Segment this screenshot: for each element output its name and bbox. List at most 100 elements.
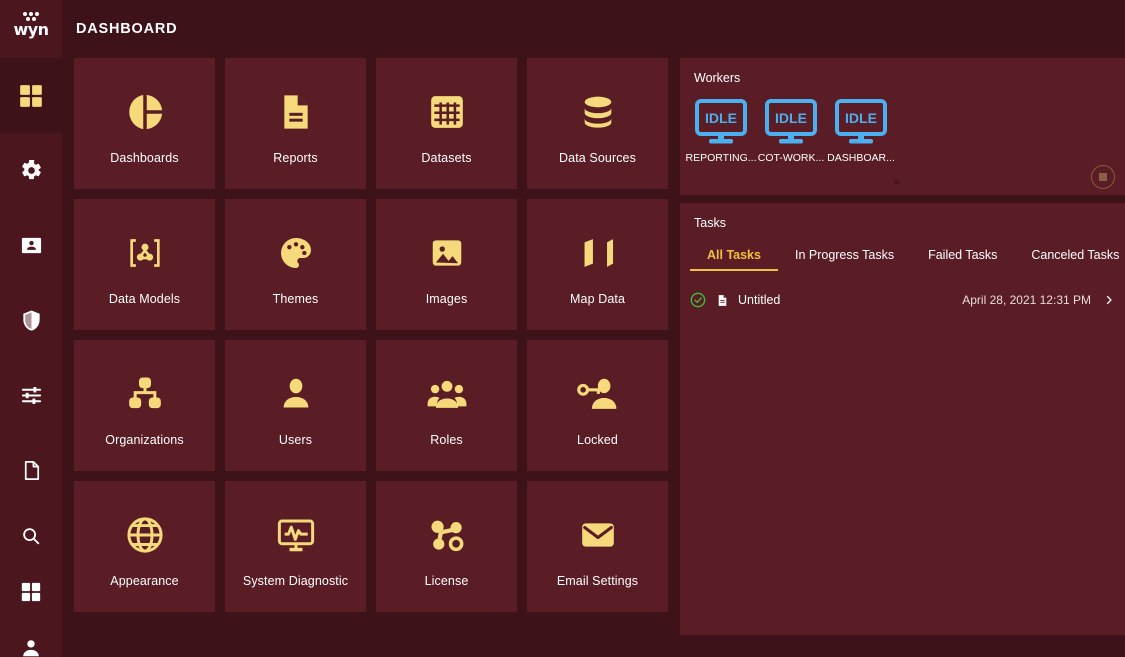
grid-icon xyxy=(18,83,44,109)
map-icon xyxy=(579,224,617,282)
worker-name: REPORTING... xyxy=(686,152,757,164)
tile-label: Images xyxy=(426,292,468,306)
data-model-icon xyxy=(125,224,165,282)
document-icon xyxy=(716,293,738,308)
worker-name: COT-WORK... xyxy=(758,152,825,164)
sidebar-item-accounts[interactable] xyxy=(0,208,62,283)
tile-label: Email Settings xyxy=(557,574,638,588)
sidebar-item-search[interactable] xyxy=(0,508,62,564)
sidebar-item-apps[interactable] xyxy=(0,564,62,620)
key-user-icon xyxy=(577,365,619,423)
report-document-icon xyxy=(276,83,316,141)
tile-email-settings[interactable]: Email Settings xyxy=(527,481,668,612)
tab-canceled-tasks[interactable]: Canceled Tasks xyxy=(1014,242,1125,271)
monitor-icon: IDLE xyxy=(765,99,817,150)
worker-status-text: IDLE xyxy=(775,110,807,126)
palette-icon xyxy=(276,224,316,282)
tasks-panel: Tasks All Tasks In Progress Tasks Failed… xyxy=(680,203,1125,635)
tile-roles[interactable]: Roles xyxy=(376,340,517,471)
image-icon xyxy=(428,224,466,282)
sidebar-item-security[interactable] xyxy=(0,283,62,358)
main-content: Dashboards Reports xyxy=(62,58,1125,657)
chevron-right-icon[interactable] xyxy=(1103,293,1115,307)
tasks-tabs: All Tasks In Progress Tasks Failed Tasks… xyxy=(680,242,1125,271)
tile-label: System Diagnostic xyxy=(243,574,348,588)
tile-datasets[interactable]: Datasets xyxy=(376,58,517,189)
users-group-icon xyxy=(426,365,468,423)
table-grid-icon xyxy=(428,83,466,141)
sidebar-item-customize[interactable] xyxy=(0,358,62,433)
user-icon xyxy=(20,637,42,657)
workers-title: Workers xyxy=(680,58,1125,85)
right-column: Workers IDLE REPORTING... xyxy=(680,58,1125,635)
globe-icon xyxy=(124,506,166,564)
tile-label: Locked xyxy=(577,433,618,447)
tile-dashboards[interactable]: Dashboards xyxy=(74,58,215,189)
sidebar-item-settings[interactable] xyxy=(0,133,62,208)
sidebar-item-documents[interactable] xyxy=(0,433,62,508)
sidebar-nav xyxy=(0,58,62,657)
id-card-icon xyxy=(20,234,43,257)
tile-images[interactable]: Images xyxy=(376,199,517,330)
monitor-pulse-icon xyxy=(275,506,317,564)
workers-list: IDLE REPORTING... IDLE xyxy=(680,85,1125,164)
tile-label: Map Data xyxy=(570,292,625,306)
shield-icon xyxy=(20,309,43,332)
tile-organizations[interactable]: Organizations xyxy=(74,340,215,471)
worker-status-text: IDLE xyxy=(845,110,877,126)
tile-map-data[interactable]: Map Data xyxy=(527,199,668,330)
stop-button[interactable] xyxy=(1091,165,1115,189)
user-icon xyxy=(277,365,315,423)
tile-locked[interactable]: Locked xyxy=(527,340,668,471)
tile-data-sources[interactable]: Data Sources xyxy=(527,58,668,189)
grid-small-icon xyxy=(20,581,42,603)
tile-label: Reports xyxy=(273,151,317,165)
logo-wordmark: wyn xyxy=(13,23,48,37)
tiles-grid: Dashboards Reports xyxy=(74,58,680,612)
search-icon xyxy=(20,525,42,547)
worker-status-text: IDLE xyxy=(705,110,737,126)
tile-label: Organizations xyxy=(105,433,183,447)
license-nodes-icon xyxy=(426,506,468,564)
tile-label: License xyxy=(425,574,469,588)
tile-system-diagnostic[interactable]: System Diagnostic xyxy=(225,481,366,612)
worker-item[interactable]: IDLE COT-WORK... xyxy=(762,99,820,164)
tile-reports[interactable]: Reports xyxy=(225,58,366,189)
worker-item[interactable]: IDLE DASHBOAR... xyxy=(832,99,890,164)
tab-in-progress-tasks[interactable]: In Progress Tasks xyxy=(778,242,911,271)
app-header: wyn DASHBOARD xyxy=(0,0,1125,58)
tile-label: Users xyxy=(279,433,312,447)
sidebar-item-dashboard[interactable] xyxy=(0,58,62,133)
database-icon xyxy=(578,83,618,141)
worker-name: DASHBOAR... xyxy=(827,152,895,164)
tile-label: Data Sources xyxy=(559,151,636,165)
task-name: Untitled xyxy=(738,293,962,307)
task-date: April 28, 2021 12:31 PM xyxy=(962,293,1091,307)
tile-license[interactable]: License xyxy=(376,481,517,612)
tile-appearance[interactable]: Appearance xyxy=(74,481,215,612)
tile-label: Roles xyxy=(430,433,462,447)
tile-label: Themes xyxy=(273,292,319,306)
sidebar-item-profile[interactable] xyxy=(0,620,62,657)
sliders-icon xyxy=(20,384,43,407)
tile-label: Data Models xyxy=(109,292,180,306)
tasks-list: Untitled April 28, 2021 12:31 PM xyxy=(680,285,1125,315)
org-chart-icon xyxy=(125,365,165,423)
worker-item[interactable]: IDLE REPORTING... xyxy=(692,99,750,164)
tile-label: Dashboards xyxy=(110,151,178,165)
tab-all-tasks[interactable]: All Tasks xyxy=(690,242,778,271)
tile-data-models[interactable]: Data Models xyxy=(74,199,215,330)
gear-icon xyxy=(20,159,43,182)
monitor-icon: IDLE xyxy=(835,99,887,150)
tile-label: Appearance xyxy=(110,574,178,588)
carousel-dot[interactable] xyxy=(894,179,900,185)
tile-themes[interactable]: Themes xyxy=(225,199,366,330)
monitor-icon: IDLE xyxy=(695,99,747,150)
table-row[interactable]: Untitled April 28, 2021 12:31 PM xyxy=(690,285,1115,315)
page-title: DASHBOARD xyxy=(76,21,177,37)
dashboard-app: wyn DASHBOARD xyxy=(0,0,1125,657)
pie-chart-icon xyxy=(124,83,166,141)
tab-failed-tasks[interactable]: Failed Tasks xyxy=(911,242,1014,271)
envelope-icon xyxy=(578,506,618,564)
tile-users[interactable]: Users xyxy=(225,340,366,471)
